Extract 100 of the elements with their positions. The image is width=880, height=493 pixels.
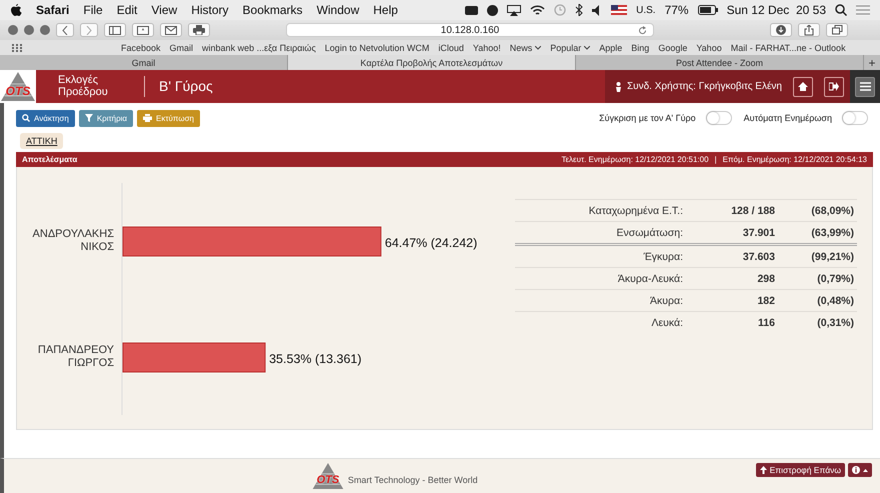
menu-item[interactable]: View xyxy=(151,3,178,17)
caret-icon xyxy=(584,46,590,50)
stat-percent: (99,21%) xyxy=(778,244,857,268)
address-bar[interactable]: 10.128.0.160 xyxy=(286,23,654,37)
info-button[interactable] xyxy=(848,463,872,477)
menu-button[interactable] xyxy=(855,76,875,96)
last-update: Τελευτ. Ενημέρωση: 12/12/2021 20:51:00 xyxy=(561,155,709,164)
region-tag[interactable]: ΑΤΤΙΚΗ xyxy=(20,133,64,149)
toggle-switch[interactable] xyxy=(706,111,732,125)
bookmark-link[interactable]: Google xyxy=(658,42,688,52)
grid-icon[interactable] xyxy=(12,44,22,52)
stat-label: Καταχωρημένα Ε.Τ.: xyxy=(515,200,686,222)
search-icon[interactable] xyxy=(835,4,847,16)
info-icon xyxy=(852,466,860,474)
envelope-icon xyxy=(165,26,177,34)
home-button[interactable] xyxy=(793,76,813,96)
tagline: Smart Technology - Better World xyxy=(348,475,478,487)
caret-up-icon xyxy=(863,468,868,472)
stat-label: Έγκυρα: xyxy=(515,244,686,268)
menu-item[interactable]: Edit xyxy=(116,3,138,17)
menubar-clock[interactable]: Sun 12 Dec 20 53 xyxy=(726,3,826,17)
filter-button[interactable]: Κριτήρια xyxy=(78,110,134,126)
bookmark-link[interactable]: Login to Netvolution WCM xyxy=(324,42,430,52)
bookmark-link[interactable]: Popular xyxy=(550,42,590,52)
stat-percent: (0,48%) xyxy=(778,290,857,312)
stat-value: 37.901 xyxy=(686,222,778,244)
circle-icon[interactable] xyxy=(487,4,498,16)
airplay-icon[interactable] xyxy=(507,4,522,16)
bookmark-link[interactable]: Yahoo xyxy=(696,42,722,52)
toggle-label: Αυτόματη Ενημέρωση xyxy=(744,113,832,123)
apple-icon[interactable] xyxy=(10,4,22,16)
logout-button[interactable] xyxy=(824,76,844,96)
search-button[interactable]: Ανάκτηση xyxy=(16,110,75,126)
round-title: Β' Γύρος xyxy=(159,77,214,96)
downloads-button[interactable] xyxy=(770,23,792,37)
stat-percent: (68,09%) xyxy=(778,200,857,222)
battery-percent: 77% xyxy=(664,3,689,17)
arrow-up-icon xyxy=(760,466,767,474)
user-icon xyxy=(614,82,622,92)
chevron-right-icon xyxy=(86,26,92,34)
new-tab-button[interactable]: + xyxy=(864,55,880,70)
logout-icon xyxy=(829,82,839,91)
tabs-overview-button[interactable] xyxy=(826,23,848,37)
stat-value: 116 xyxy=(686,312,778,333)
stat-label: Ενσωμάτωση: xyxy=(515,222,686,244)
back-to-top-button[interactable]: Επιστροφή Επάνω xyxy=(756,463,845,477)
chevron-left-icon xyxy=(62,26,68,34)
candidate-name: ΑΝΔΡΟΥΛΑΚΗΣ ΝΙΚΟΣ xyxy=(32,228,114,253)
wifi-icon[interactable] xyxy=(530,4,546,16)
results-title: Αποτελέσματα xyxy=(22,155,78,164)
menu-item[interactable]: History xyxy=(191,3,229,17)
sidebar-icon xyxy=(109,26,121,34)
menu-item[interactable]: File xyxy=(83,3,103,17)
print-button[interactable] xyxy=(188,23,210,37)
printer-icon xyxy=(193,25,205,35)
share-button[interactable] xyxy=(798,23,820,37)
mail-button[interactable] xyxy=(160,23,182,37)
stat-label: Λευκά: xyxy=(515,312,686,333)
bookmark-link[interactable]: winbank web ...εξα Πειραιώς xyxy=(202,42,316,52)
caret-icon xyxy=(535,46,542,50)
browser-tab[interactable]: Gmail xyxy=(0,55,288,70)
bookmark-link[interactable]: Bing xyxy=(631,42,650,52)
flag-icon[interactable] xyxy=(611,5,628,15)
value-label: 35.53% (13.361) xyxy=(269,352,362,366)
menu-item[interactable]: Help xyxy=(373,3,398,17)
bookmark-link[interactable]: Apple xyxy=(599,42,622,52)
browser-tab[interactable]: Post Attendee - Zoom xyxy=(576,55,864,70)
reload-icon[interactable] xyxy=(638,26,647,35)
back-button[interactable] xyxy=(56,23,74,37)
close-window-button[interactable] xyxy=(8,25,18,35)
bookmark-link[interactable]: Gmail xyxy=(170,42,194,52)
menu-item[interactable]: Bookmarks xyxy=(242,3,303,17)
search-icon xyxy=(22,114,30,122)
bluetooth-icon[interactable] xyxy=(575,4,584,16)
bookmark-link[interactable]: Mail - FARHAT...ne - Outlook xyxy=(730,42,846,52)
tabs-icon xyxy=(832,25,842,35)
toggle-label: Σύγκριση με τον Α' Γύρο xyxy=(599,113,696,123)
sidebar-button[interactable] xyxy=(104,23,126,37)
bookmark-link[interactable]: iCloud xyxy=(438,42,464,52)
home-icon xyxy=(798,82,808,91)
bookmarks-button[interactable] xyxy=(132,23,154,37)
battery-icon[interactable] xyxy=(698,5,718,15)
list-icon[interactable] xyxy=(856,5,870,15)
bookmark-link[interactable]: Yahoo! xyxy=(472,42,501,52)
printer-icon xyxy=(143,114,152,122)
camera-icon[interactable] xyxy=(465,5,478,15)
toggle-switch[interactable] xyxy=(842,111,868,125)
zoom-window-button[interactable] xyxy=(40,25,50,35)
browser-tab[interactable]: Καρτέλα Προβολής Αποτελεσμάτων xyxy=(288,55,576,70)
bookmark-link[interactable]: News xyxy=(510,42,542,52)
minimize-window-button[interactable] xyxy=(24,25,34,35)
app-title: Εκλογές Προέδρου xyxy=(58,73,109,100)
bookmark-link[interactable]: Facebook xyxy=(121,42,161,52)
share-icon xyxy=(804,24,814,36)
value-label: 64.47% (24.242) xyxy=(384,236,478,250)
input-source[interactable]: U.S. xyxy=(636,4,656,16)
stat-value: 128 / 188 xyxy=(686,200,778,222)
menu-item[interactable]: Window xyxy=(316,3,360,17)
stat-value: 182 xyxy=(686,290,778,312)
app-menu[interactable]: Safari xyxy=(36,3,70,17)
